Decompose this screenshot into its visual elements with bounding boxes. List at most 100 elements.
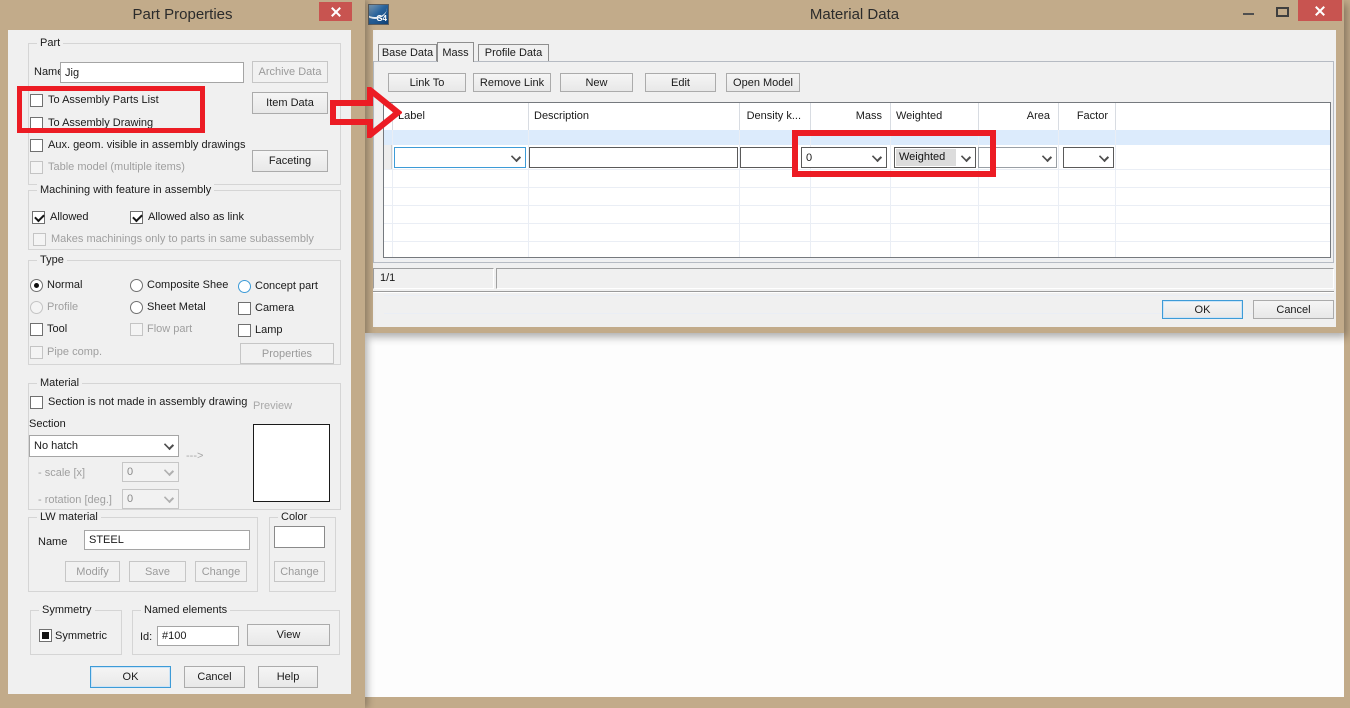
grid-line <box>1115 130 1116 257</box>
archive-data-button[interactable]: Archive Data <box>252 61 328 83</box>
sheet-metal-label: Sheet Metal <box>147 301 206 314</box>
view-button[interactable]: View <box>247 624 330 646</box>
column-header-factor[interactable]: Factor <box>1060 103 1108 130</box>
edit-button[interactable]: Edit <box>645 73 716 92</box>
composite-sheet-label: Composite Shee <box>147 279 228 292</box>
tool-checkbox[interactable] <box>30 323 43 336</box>
tool-label: Tool <box>47 323 67 336</box>
chevron-down-icon <box>164 466 174 476</box>
symmetric-label: Symmetric <box>55 630 107 643</box>
section-not-made-label: Section is not made in assembly drawing <box>48 396 247 409</box>
lw-name-label: Name <box>38 536 67 549</box>
tab-base-data[interactable]: Base Data <box>378 44 437 61</box>
grid-line <box>384 223 1330 224</box>
column-separator <box>1115 103 1116 130</box>
grid-line <box>384 241 1330 242</box>
faceting-button[interactable]: Faceting <box>252 150 328 172</box>
column-separator <box>739 103 740 130</box>
properties-button[interactable]: Properties <box>240 343 334 364</box>
symmetric-checkbox[interactable] <box>39 629 52 642</box>
column-separator <box>1058 103 1059 130</box>
column-header-label[interactable]: Label <box>398 103 425 130</box>
close-button[interactable] <box>319 2 352 21</box>
lamp-checkbox[interactable] <box>238 324 251 337</box>
allowed-checkbox[interactable] <box>32 211 45 224</box>
column-header-density[interactable]: Density k... <box>737 103 801 130</box>
allowed-also-as-link-checkbox[interactable] <box>130 211 143 224</box>
column-header-weighted[interactable]: Weighted <box>896 103 942 130</box>
maximize-button[interactable] <box>1276 7 1289 17</box>
column-separator <box>528 103 529 130</box>
ok-button[interactable]: OK <box>1162 300 1243 319</box>
item-data-button[interactable]: Item Data <box>252 92 328 114</box>
tab-mass[interactable]: Mass <box>437 42 474 62</box>
makes-machinings-label: Makes machinings only to parts in same s… <box>51 233 314 246</box>
composite-sheet-radio[interactable] <box>130 279 143 292</box>
pipe-comp-label: Pipe comp. <box>47 346 102 359</box>
lw-change-button[interactable]: Change <box>195 561 247 582</box>
open-model-button[interactable]: Open Model <box>726 73 800 92</box>
grid-line <box>384 187 1330 188</box>
new-button[interactable]: New <box>560 73 633 92</box>
annotation-box-assembly-checkboxes <box>17 86 205 133</box>
lw-material-group-label: LW material <box>37 511 101 524</box>
aux-geom-checkbox[interactable] <box>30 139 43 152</box>
normal-radio[interactable] <box>30 279 43 292</box>
sheet-metal-radio[interactable] <box>130 301 143 314</box>
section-not-made-checkbox[interactable] <box>30 396 43 409</box>
pipe-comp-checkbox <box>30 346 43 359</box>
save-button[interactable]: Save <box>129 561 186 582</box>
scale-label: - scale [x] <box>38 467 85 480</box>
section-hatch-value: No hatch <box>34 440 78 452</box>
status-page-indicator: 1/1 <box>373 268 494 289</box>
concept-part-radio[interactable] <box>238 280 251 293</box>
camera-checkbox[interactable] <box>238 302 251 315</box>
concept-part-label: Concept part <box>255 280 318 293</box>
close-button[interactable] <box>1298 0 1342 21</box>
minimize-button[interactable] <box>1243 13 1254 15</box>
annotation-arrow-right-icon <box>330 87 402 138</box>
named-elements-group-label: Named elements <box>141 604 230 617</box>
density-input[interactable] <box>740 147 797 168</box>
column-header-mass[interactable]: Mass <box>812 103 882 130</box>
remove-link-button[interactable]: Remove Link <box>473 73 551 92</box>
camera-label: Camera <box>255 302 294 315</box>
grid-line <box>1058 130 1059 257</box>
tab-profile-data[interactable]: Profile Data <box>478 44 549 61</box>
divider <box>373 291 1334 293</box>
section-hatch-dropdown[interactable]: No hatch <box>29 435 179 457</box>
table-model-label: Table model (multiple items) <box>48 161 185 174</box>
column-separator <box>978 103 979 130</box>
rotation-dropdown: 0 <box>122 489 179 509</box>
name-label: Name <box>34 66 63 79</box>
profile-radio <box>30 301 43 314</box>
lw-name-input[interactable]: STEEL <box>84 530 250 550</box>
grid-line <box>384 205 1330 206</box>
section-label: Section <box>29 418 66 431</box>
ok-button[interactable]: OK <box>90 666 171 688</box>
hatch-preview-box <box>253 424 330 502</box>
cancel-button[interactable]: Cancel <box>1253 300 1334 319</box>
id-input[interactable]: #100 <box>157 626 239 646</box>
flow-part-label: Flow part <box>147 323 192 336</box>
help-button[interactable]: Help <box>258 666 318 688</box>
column-header-description[interactable]: Description <box>534 103 589 130</box>
color-change-button[interactable]: Change <box>274 561 325 582</box>
column-separator <box>890 103 891 130</box>
description-input[interactable] <box>529 147 738 168</box>
profile-label: Profile <box>47 301 78 314</box>
column-header-area[interactable]: Area <box>980 103 1050 130</box>
grid-line <box>384 259 1330 260</box>
aux-geom-label: Aux. geom. visible in assembly drawings <box>48 139 245 152</box>
status-cell <box>496 268 1334 289</box>
normal-label: Normal <box>47 279 82 292</box>
modify-button[interactable]: Modify <box>65 561 120 582</box>
label-combobox[interactable] <box>394 147 526 168</box>
allowed-label: Allowed <box>50 211 89 224</box>
part-group-label: Part <box>37 37 63 50</box>
factor-combobox[interactable] <box>1063 147 1114 168</box>
allowed-also-as-link-label: Allowed also as link <box>148 211 244 224</box>
cancel-button[interactable]: Cancel <box>184 666 245 688</box>
part-properties-title: Part Properties <box>0 0 365 30</box>
part-name-input[interactable]: Jig <box>60 62 244 83</box>
